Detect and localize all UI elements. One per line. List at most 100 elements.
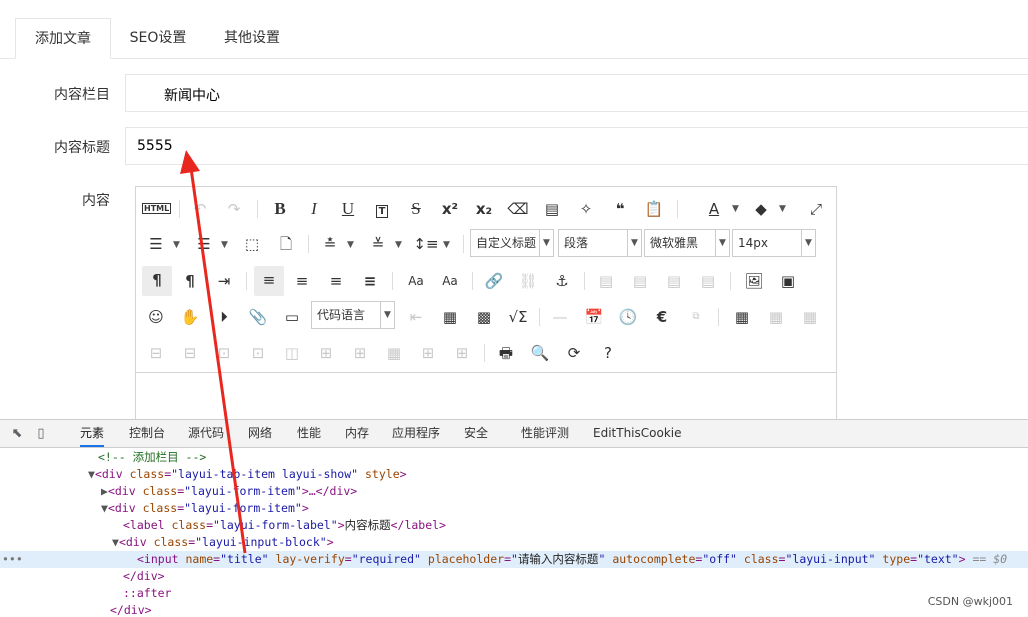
font-family-select[interactable]: 微软雅黑 ▼ (644, 229, 730, 257)
dom-pseudo-after[interactable]: ::after (123, 585, 171, 602)
lowercase-icon[interactable]: Aa (436, 267, 464, 295)
expanded-triangle-icon[interactable]: ▼ (112, 535, 119, 549)
delete-table-icon[interactable]: ⊞ (414, 339, 442, 367)
fullscreen-icon[interactable]: ⤢ (802, 195, 830, 223)
time-icon[interactable]: 🕓 (614, 303, 642, 331)
delete-row-icon[interactable]: ⊞ (346, 339, 374, 367)
dom-close-div[interactable]: </div> (110, 602, 152, 617)
dom-node-tab-item[interactable]: ▼<div class="layui-tab-item layui-show" … (88, 466, 407, 483)
font-color-icon[interactable]: A (700, 195, 728, 223)
insert-table-icon[interactable]: ▦ (728, 303, 756, 331)
image-none-icon[interactable]: ▤ (592, 267, 620, 295)
row-spacing-bottom-dropdown-icon[interactable]: ▼ (395, 240, 402, 250)
attachment-icon[interactable]: 📎 (244, 303, 272, 331)
background-color-dropdown-icon[interactable]: ▼ (779, 204, 786, 214)
merge-right-icon[interactable]: ⊟ (176, 339, 204, 367)
tab-add-article[interactable]: 添加文章 (15, 18, 111, 59)
magic-wand-icon[interactable]: ✧ (572, 195, 600, 223)
line-height-icon[interactable]: ↕≡ (412, 230, 440, 258)
align-left-icon[interactable]: ≡ (254, 266, 284, 296)
select-all-icon[interactable]: ⬚ (238, 230, 266, 258)
scrawl-icon[interactable]: ✋ (176, 303, 204, 331)
devtools-tab-lighthouse[interactable]: 性能评测 (521, 420, 569, 447)
indent-icon[interactable]: ⇥ (210, 267, 238, 295)
date-icon[interactable]: 📅 (580, 303, 608, 331)
bold-icon[interactable]: B (266, 195, 294, 223)
ltr-direction-icon[interactable]: ¶ (142, 266, 172, 296)
dom-node-input-selected[interactable]: <input name="title" lay-verify="required… (137, 551, 1007, 568)
multi-image-icon[interactable]: ▣ (774, 267, 802, 295)
dom-node-form-item-collapsed[interactable]: ▶<div class="layui-form-item">…</div> (101, 483, 357, 500)
italic-icon[interactable]: I (300, 195, 328, 223)
align-center-icon[interactable]: ≡ (288, 267, 316, 295)
split-cols-icon[interactable]: ⊞ (312, 339, 340, 367)
eraser-icon[interactable]: ⌫ (504, 195, 532, 223)
dom-node-label[interactable]: <label class="layui-form-label">内容标题</la… (123, 517, 446, 534)
strikethrough-icon[interactable]: S (402, 195, 430, 223)
devtools-tab-sources[interactable]: 源代码 (188, 420, 224, 447)
rtl-direction-icon[interactable]: ¶ (176, 267, 204, 295)
expanded-triangle-icon[interactable]: ▼ (88, 467, 95, 481)
ordered-list-dropdown-icon[interactable]: ▼ (173, 240, 180, 250)
image-left-icon[interactable]: ▤ (626, 267, 654, 295)
font-color-dropdown-icon[interactable]: ▼ (732, 204, 739, 214)
undo-icon[interactable]: ↶ (186, 195, 214, 223)
devtools-tab-elements[interactable]: 元素 (80, 420, 105, 447)
row-spacing-top-dropdown-icon[interactable]: ▼ (347, 240, 354, 250)
devtools-tab-network[interactable]: 网络 (248, 420, 272, 447)
preview-icon[interactable]: 🔍 (526, 339, 554, 367)
clear-document-icon[interactable]: 🗋 (272, 230, 300, 258)
devtools-tab-performance[interactable]: 性能 (297, 420, 321, 447)
link-icon[interactable]: 🔗 (480, 267, 508, 295)
unlink-icon[interactable]: ⛓ (514, 267, 542, 295)
split-rows-icon[interactable]: ◫ (278, 339, 306, 367)
code-language-select[interactable]: 代码语言 ▼ (311, 301, 395, 329)
row-spacing-bottom-icon[interactable]: ≚ (364, 230, 392, 258)
anchor-icon[interactable]: ⚓ (548, 267, 576, 295)
table-props-icon[interactable]: ⊞ (448, 339, 476, 367)
uppercase-icon[interactable]: Aa (402, 267, 430, 295)
search-replace-icon[interactable]: ⟳ (560, 339, 588, 367)
formula-icon[interactable]: √Σ (504, 303, 532, 331)
align-right-icon[interactable]: ≡ (322, 267, 350, 295)
ordered-list-icon[interactable]: ☰ (142, 230, 170, 258)
blockquote-icon[interactable]: ❝ (606, 195, 634, 223)
title-input[interactable]: 5555 (125, 127, 1028, 165)
underline-icon[interactable]: U (334, 195, 362, 223)
insert-image-icon[interactable]: 🖼 (740, 267, 768, 295)
devtools-tab-security[interactable]: 安全 (464, 420, 488, 447)
background-icon[interactable]: ▩ (470, 303, 498, 331)
format-painter-icon[interactable]: ▤ (538, 195, 566, 223)
dom-close-div[interactable]: </div> (123, 568, 165, 585)
special-chars-icon[interactable]: € (648, 303, 676, 331)
devtools-tab-application[interactable]: 应用程序 (392, 420, 440, 447)
inspect-element-icon[interactable]: ⬉ (9, 426, 25, 442)
merge-cells-icon[interactable]: ⊟ (142, 339, 170, 367)
device-toolbar-icon[interactable]: ▯ (33, 426, 49, 442)
row-spacing-top-icon[interactable]: ≛ (316, 230, 344, 258)
split-cells-icon[interactable]: ⊡ (244, 339, 272, 367)
insert-column-icon[interactable]: ▦ (796, 303, 824, 331)
dom-node-form-item[interactable]: ▼<div class="layui-form-item"> (101, 500, 309, 517)
insert-frame-icon[interactable]: ▭ (278, 303, 306, 331)
border-text-icon[interactable]: T (368, 195, 396, 223)
paste-plain-icon[interactable]: 📋 (640, 195, 668, 223)
category-select[interactable]: 新闻中心 (125, 74, 1028, 112)
subscript-icon[interactable]: x₂ (470, 195, 498, 223)
page-break-icon[interactable]: ⇤ (402, 303, 430, 331)
line-height-dropdown-icon[interactable]: ▼ (443, 240, 450, 250)
horizontal-line-icon[interactable]: — (546, 303, 574, 331)
emotion-icon[interactable]: ☺ (142, 303, 170, 331)
dom-comment[interactable]: <!-- 添加栏目 --> (98, 449, 206, 466)
collapsed-triangle-icon[interactable]: ▶ (101, 484, 108, 498)
font-size-select[interactable]: 14px ▼ (732, 229, 816, 257)
dom-node-input-block[interactable]: ▼<div class="layui-input-block"> (112, 534, 334, 551)
heading-select[interactable]: 自定义标题 ▼ (470, 229, 554, 257)
wordimage-icon[interactable]: ⧉ (682, 303, 710, 331)
html-source-icon[interactable]: HTML (142, 195, 172, 223)
template-icon[interactable]: ▦ (436, 303, 464, 331)
paragraph-select[interactable]: 段落 ▼ (558, 229, 642, 257)
tab-seo-settings[interactable]: SEO设置 (116, 18, 200, 59)
insert-video-icon[interactable]: ⏵ (210, 303, 238, 331)
devtools-tab-console[interactable]: 控制台 (129, 420, 165, 447)
